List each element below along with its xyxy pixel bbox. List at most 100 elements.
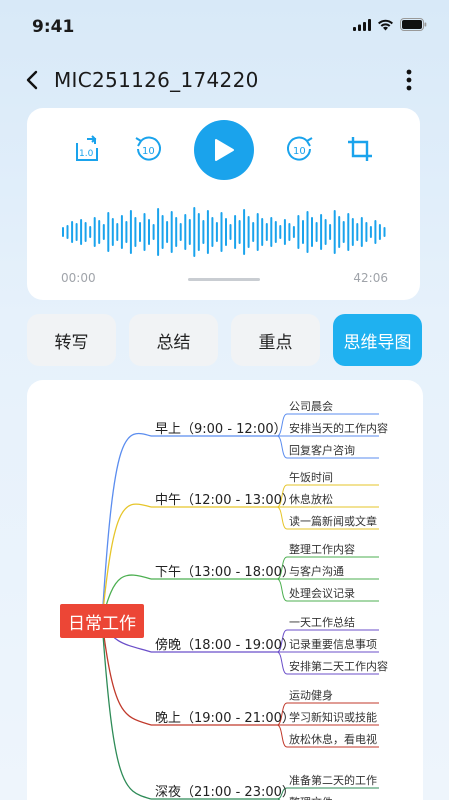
speed-label: 1.0	[79, 149, 94, 159]
mind-map-leaf[interactable]: 运动健身	[289, 687, 333, 703]
waveform-bar	[220, 212, 223, 252]
waveform-bar	[229, 224, 232, 240]
rewind-icon: 10	[135, 136, 161, 161]
waveform-bar	[211, 217, 214, 247]
waveform-bar	[215, 222, 218, 242]
mind-map-leaf[interactable]: 回复客户咨询	[289, 442, 355, 458]
play-button[interactable]	[194, 120, 254, 180]
mind-map-root[interactable]: 日常工作	[60, 604, 144, 638]
mind-map-leaf[interactable]: 一天工作总结	[289, 614, 355, 630]
tab-1[interactable]: 总结	[129, 314, 218, 366]
mind-map-branch[interactable]: 深夜（21:00 - 23:00）	[155, 781, 295, 800]
waveform-bar	[311, 217, 313, 247]
waveform-bar	[170, 211, 173, 253]
battery-icon	[400, 16, 427, 35]
waveform-bar	[107, 212, 110, 252]
back-button[interactable]	[20, 66, 44, 94]
waveform-bar	[351, 218, 354, 246]
mind-map-leaf[interactable]: 休息放松	[289, 491, 333, 507]
waveform-bar	[139, 222, 141, 242]
leaf-connector	[276, 651, 288, 675]
speed-icon: 1.0	[76, 135, 98, 161]
waveform-bar	[320, 214, 323, 250]
tab-2[interactable]: 重点	[231, 314, 320, 366]
waveform-bar	[120, 215, 123, 249]
more-vertical-icon	[406, 69, 412, 91]
current-time: 00:00	[61, 271, 96, 285]
waveform-bar	[152, 224, 155, 240]
waveform-bar	[80, 219, 83, 245]
mind-map-branch[interactable]: 早上（9:00 - 12:00）	[155, 418, 287, 437]
mind-map-leaf[interactable]: 学习新知识或技能	[289, 709, 377, 725]
waveform-bar	[93, 217, 96, 247]
mind-map-leaf[interactable]: 处理会议记录	[289, 585, 355, 601]
waveform-bar	[157, 208, 160, 256]
mind-map-branch[interactable]: 傍晚（18:00 - 19:00）	[155, 634, 295, 653]
signal-icon	[353, 16, 371, 35]
mind-map-leaf[interactable]: 准备第二天的工作	[289, 772, 377, 788]
waveform-bar	[256, 213, 259, 251]
waveform-bar	[197, 213, 200, 251]
status-time: 9:41	[32, 17, 75, 37]
waveform-bar	[71, 221, 74, 243]
waveform-bar	[98, 220, 101, 244]
playback-speed-button[interactable]: 1.0	[71, 132, 105, 166]
waveform-bar	[302, 220, 304, 244]
waveform-bar	[378, 224, 381, 240]
mind-map-leaf[interactable]: 午饭时间	[289, 469, 333, 485]
play-icon	[215, 139, 234, 161]
waveform-bar	[360, 217, 363, 247]
waveform-bar	[247, 216, 250, 248]
forward-icon: 10	[287, 136, 313, 161]
mind-map-leaf[interactable]: 与客户沟通	[289, 563, 344, 579]
mind-map-leaf[interactable]: 安排第二天工作内容	[289, 658, 388, 674]
waveform-bar	[356, 223, 359, 241]
total-duration: 42:06	[353, 271, 388, 285]
more-options-button[interactable]	[399, 66, 419, 94]
mind-map-leaf[interactable]: 记录重要信息事项	[289, 636, 377, 652]
waveform-bar	[125, 221, 128, 243]
crop-button[interactable]	[343, 132, 377, 166]
mind-map-branch[interactable]: 晚上（19:00 - 21:00）	[155, 707, 295, 726]
waveform-bar	[102, 224, 105, 240]
view-tabs: 转写 总结 重点 思维导图	[27, 314, 423, 366]
waveform-bar	[306, 211, 309, 253]
waveform-bar	[66, 225, 69, 239]
waveform-bar	[166, 221, 169, 243]
waveform-bar	[324, 219, 327, 245]
waveform-bar	[84, 222, 87, 242]
page-title: MIC251126_174220	[54, 68, 259, 92]
mind-map-branch[interactable]: 下午（13:00 - 18:00）	[155, 561, 295, 580]
waveform-bar	[111, 218, 114, 246]
mind-map-branch[interactable]: 中午（12:00 - 13:00）	[155, 489, 295, 508]
nav-bar: MIC251126_174220	[0, 58, 449, 102]
waveform-bar	[252, 222, 255, 242]
mind-map-leaf[interactable]: 读一篇新闻或文章	[289, 513, 377, 529]
waveform-bar	[75, 223, 78, 241]
mind-map-leaf[interactable]: 整理文件	[289, 794, 333, 800]
waveform-bar	[383, 227, 386, 237]
mind-map-leaf[interactable]: 放松休息，看电视	[289, 731, 377, 747]
waveform-bar	[238, 220, 241, 244]
mind-map: 日常工作 早上（9:00 - 12:00） 公司晨会安排当天的工作内容 回复客户咨询…	[27, 380, 423, 800]
waveform-bar	[188, 219, 191, 245]
mind-map-leaf[interactable]: 安排当天的工作内容	[289, 420, 388, 436]
waveform-bar	[292, 226, 295, 238]
mind-map-leaf[interactable]: 整理工作内容	[289, 541, 355, 557]
waveform-bar	[333, 210, 336, 254]
tab-3[interactable]: 思维导图	[333, 314, 422, 366]
scrub-handle[interactable]	[188, 278, 260, 281]
waveform-bar	[270, 217, 273, 247]
forward-10-button[interactable]: 10	[283, 132, 317, 166]
waveform-bar	[148, 219, 150, 245]
waveform-bar	[329, 224, 332, 240]
forward-label: 10	[293, 146, 306, 157]
waveform-bar	[161, 215, 164, 249]
waveform[interactable]	[61, 202, 387, 262]
tab-0[interactable]: 转写	[27, 314, 116, 366]
rewind-10-button[interactable]: 10	[131, 132, 165, 166]
waveform-bar	[116, 223, 119, 241]
waveform-bar	[342, 221, 345, 243]
mind-map-leaf[interactable]: 公司晨会	[289, 398, 333, 414]
status-bar: 9:41	[0, 0, 449, 52]
